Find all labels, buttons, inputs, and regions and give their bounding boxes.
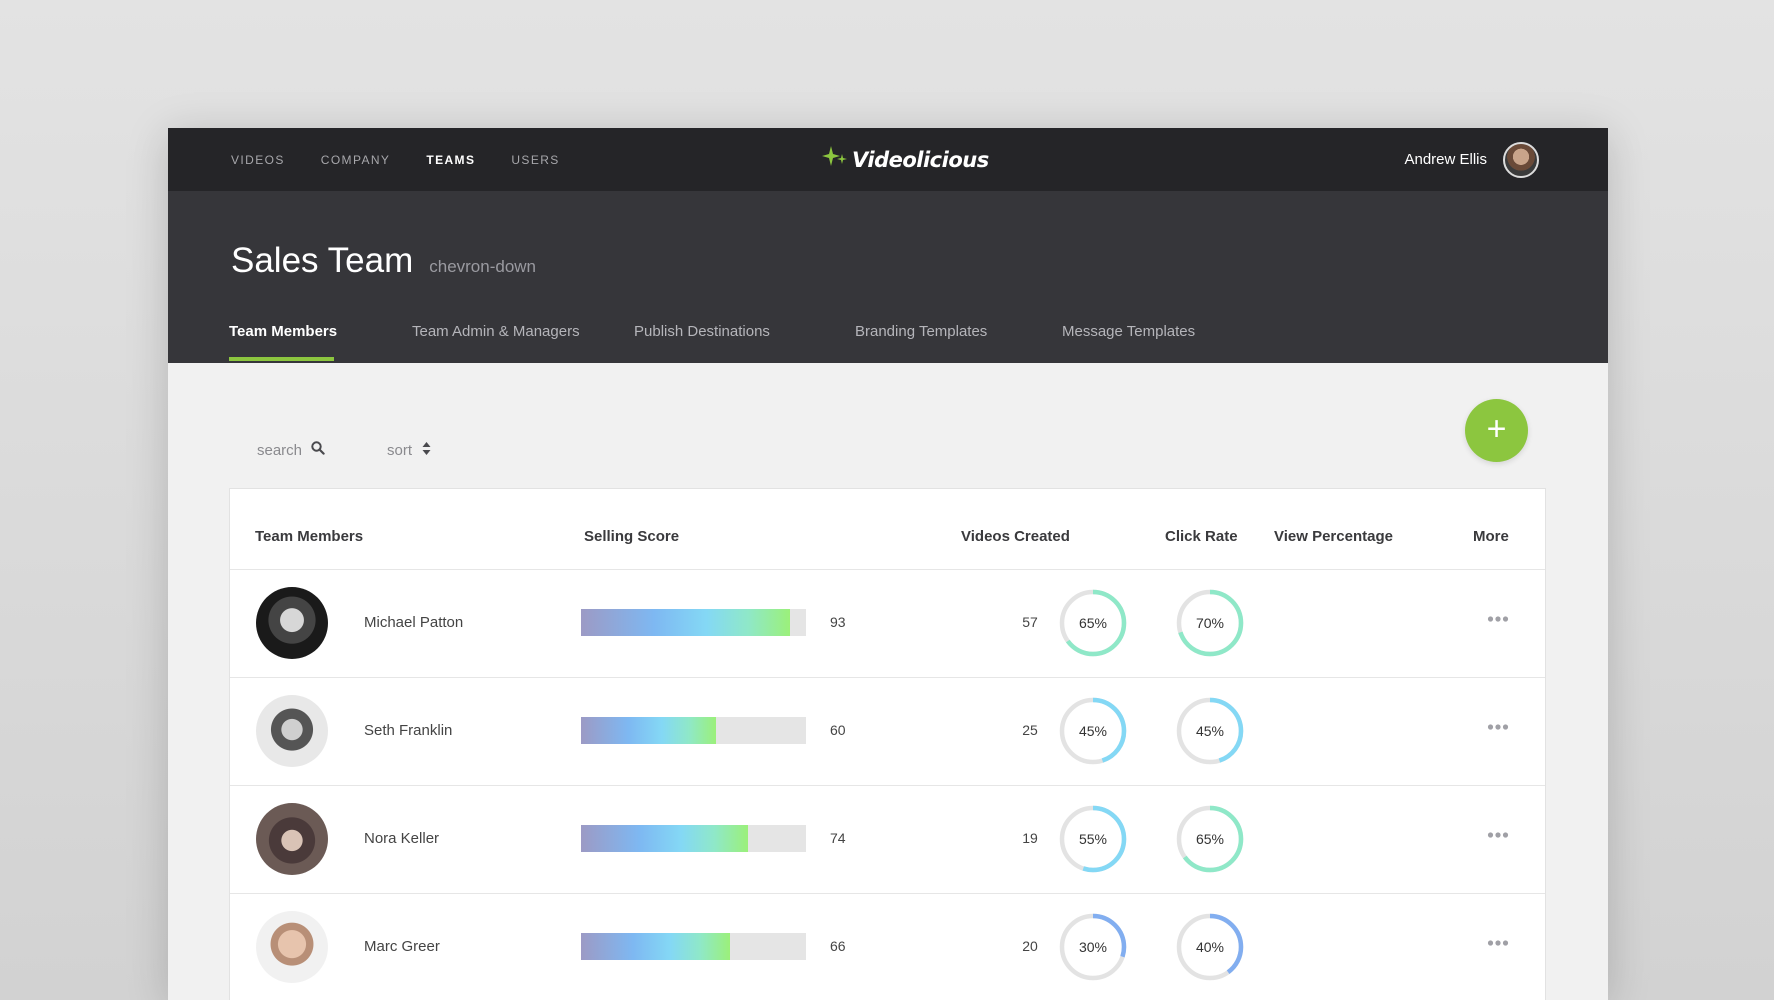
view-percentage-value: 40% xyxy=(1195,939,1225,955)
member-avatar[interactable] xyxy=(256,911,328,983)
top-nav-bar: VIDEOS COMPANY TEAMS USERS Videolicious … xyxy=(168,128,1608,191)
ellipsis-icon xyxy=(1487,610,1509,627)
selling-score-value: 93 xyxy=(830,614,846,630)
member-avatar[interactable] xyxy=(256,587,328,659)
sort-label: sort xyxy=(387,441,413,459)
more-actions-button[interactable] xyxy=(1487,826,1509,844)
search-label: search xyxy=(257,441,303,459)
tab-team-admin-managers[interactable]: Team Admin & Managers xyxy=(412,323,580,340)
sort-control[interactable]: sort xyxy=(387,441,431,459)
click-rate-value: 65% xyxy=(1078,615,1108,631)
col-header-videos-created[interactable]: Videos Created xyxy=(961,528,1070,545)
add-member-button[interactable]: + xyxy=(1465,399,1528,462)
click-rate-value: 30% xyxy=(1078,939,1108,955)
app-window: VIDEOS COMPANY TEAMS USERS Videolicious … xyxy=(168,128,1608,1000)
user-avatar[interactable] xyxy=(1503,141,1539,178)
view-percentage-ring: 70% xyxy=(1174,587,1246,659)
main-nav: VIDEOS COMPANY TEAMS USERS xyxy=(231,128,596,191)
view-percentage-ring: 65% xyxy=(1174,803,1246,875)
selling-score-fill xyxy=(581,825,748,852)
click-rate-ring: 30% xyxy=(1057,911,1129,983)
sparkle-icon xyxy=(822,144,848,175)
user-menu[interactable]: Andrew Ellis xyxy=(1404,128,1539,191)
team-title-row: Sales Team chevron-down xyxy=(231,241,536,281)
click-rate-ring: 45% xyxy=(1057,695,1129,767)
selling-score-value: 66 xyxy=(830,938,846,954)
more-actions-button[interactable] xyxy=(1487,934,1509,952)
sort-icon xyxy=(422,441,431,459)
col-header-more: More xyxy=(1473,528,1509,545)
member-name[interactable]: Marc Greer xyxy=(364,938,440,955)
col-header-selling-score[interactable]: Selling Score xyxy=(584,528,679,545)
logo[interactable]: Videolicious xyxy=(822,128,989,191)
tab-publish-destinations[interactable]: Publish Destinations xyxy=(634,323,770,340)
selling-score-value: 74 xyxy=(830,830,846,846)
page-title: Sales Team xyxy=(231,241,414,280)
table-row[interactable]: Marc Greer 66 20 30% 40% xyxy=(230,893,1545,1000)
member-avatar[interactable] xyxy=(256,803,328,875)
selling-score-fill xyxy=(581,609,791,636)
search-control[interactable]: search xyxy=(257,441,325,459)
user-name: Andrew Ellis xyxy=(1404,151,1487,168)
table-row[interactable]: Michael Patton 93 57 65% 70% xyxy=(230,569,1545,678)
member-name[interactable]: Nora Keller xyxy=(364,830,439,847)
view-percentage-value: 65% xyxy=(1195,831,1225,847)
tab-branding-templates[interactable]: Branding Templates xyxy=(855,323,987,340)
list-toolbar: search sort xyxy=(257,441,431,459)
click-rate-value: 55% xyxy=(1078,831,1108,847)
more-actions-button[interactable] xyxy=(1487,718,1509,736)
team-header: Sales Team chevron-down Team Members Tea… xyxy=(168,191,1608,363)
selling-score-bar xyxy=(581,933,806,960)
nav-item-videos[interactable]: VIDEOS xyxy=(231,153,285,167)
selling-score-bar xyxy=(581,609,806,636)
nav-item-teams[interactable]: TEAMS xyxy=(426,153,475,167)
ellipsis-icon xyxy=(1487,934,1509,951)
view-percentage-value: 45% xyxy=(1195,723,1225,739)
more-actions-button[interactable] xyxy=(1487,610,1509,628)
member-avatar[interactable] xyxy=(256,695,328,767)
view-percentage-value: 70% xyxy=(1195,615,1225,631)
view-percentage-ring: 40% xyxy=(1174,911,1246,983)
selling-score-bar xyxy=(581,717,806,744)
ellipsis-icon xyxy=(1487,718,1509,735)
col-header-view-percentage[interactable]: View Percentage xyxy=(1274,528,1393,545)
tab-team-members[interactable]: Team Members xyxy=(229,323,337,340)
team-dropdown-toggle[interactable]: chevron-down xyxy=(429,257,536,277)
table-row[interactable]: Nora Keller 74 19 55% 65% xyxy=(230,785,1545,894)
col-header-members[interactable]: Team Members xyxy=(255,528,363,545)
ellipsis-icon xyxy=(1487,826,1509,843)
videos-created-value: 19 xyxy=(1022,830,1038,846)
member-name[interactable]: Seth Franklin xyxy=(364,722,452,739)
click-rate-ring: 55% xyxy=(1057,803,1129,875)
tab-message-templates[interactable]: Message Templates xyxy=(1062,323,1195,340)
click-rate-ring: 65% xyxy=(1057,587,1129,659)
table-row[interactable]: Seth Franklin 60 25 45% 45% xyxy=(230,677,1545,786)
active-tab-indicator xyxy=(229,357,334,361)
selling-score-value: 60 xyxy=(830,722,846,738)
videos-created-value: 57 xyxy=(1022,614,1038,630)
nav-item-users[interactable]: USERS xyxy=(511,153,559,167)
selling-score-fill xyxy=(581,717,716,744)
click-rate-value: 45% xyxy=(1078,723,1108,739)
selling-score-fill xyxy=(581,933,730,960)
table-header: Team Members Selling Score Videos Create… xyxy=(230,489,1545,570)
logo-text: Videolicious xyxy=(852,147,989,172)
selling-score-bar xyxy=(581,825,806,852)
member-name[interactable]: Michael Patton xyxy=(364,614,463,631)
nav-item-company[interactable]: COMPANY xyxy=(321,153,391,167)
col-header-click-rate[interactable]: Click Rate xyxy=(1165,528,1238,545)
videos-created-value: 20 xyxy=(1022,938,1038,954)
view-percentage-ring: 45% xyxy=(1174,695,1246,767)
search-icon xyxy=(311,441,325,459)
team-members-table: Team Members Selling Score Videos Create… xyxy=(229,488,1546,1000)
videos-created-value: 25 xyxy=(1022,722,1038,738)
